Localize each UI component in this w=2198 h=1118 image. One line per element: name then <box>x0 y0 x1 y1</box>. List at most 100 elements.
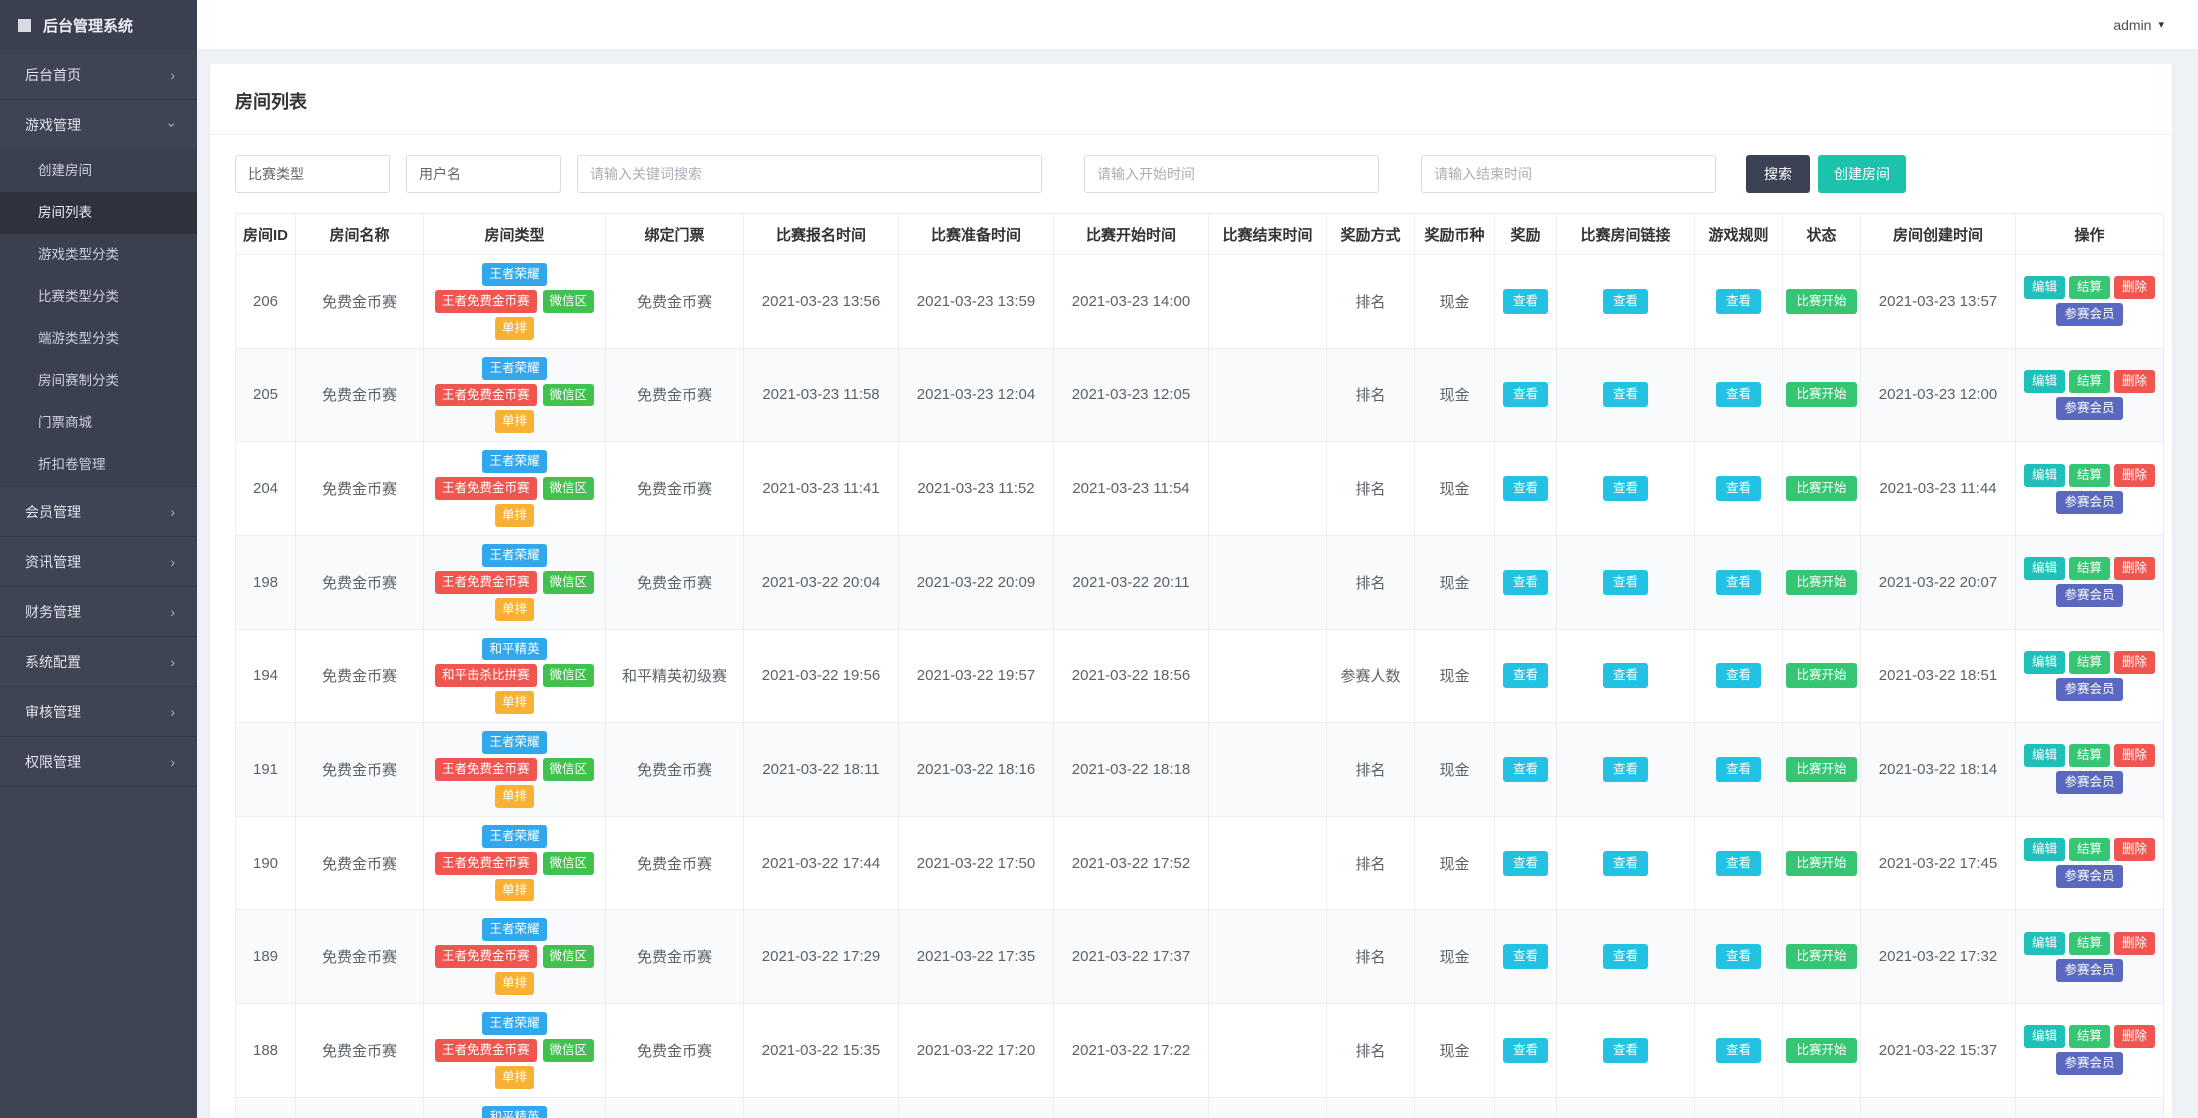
view-rules-button[interactable]: 查看 <box>1715 756 1761 782</box>
cell-room-name: 免费金币赛 <box>295 441 424 536</box>
members-button[interactable]: 参赛会员 <box>2056 1052 2123 1076</box>
sidebar-subitem-1-6[interactable]: 门票商城 <box>0 402 197 444</box>
view-reward-button[interactable]: 查看 <box>1502 1037 1548 1063</box>
view-reward-button[interactable]: 查看 <box>1502 288 1548 314</box>
cell-start-time: 2021-03-23 11:54 <box>1053 441 1209 536</box>
edit-button[interactable]: 编辑 <box>2023 838 2065 862</box>
sidebar-item-1[interactable]: 游戏管理 › <box>0 100 197 150</box>
delete-button[interactable]: 删除 <box>2114 276 2156 300</box>
sidebar-subitem-1-0[interactable]: 创建房间 <box>0 150 197 192</box>
view-link-button[interactable]: 查看 <box>1602 663 1648 689</box>
view-link-button[interactable]: 查看 <box>1602 756 1648 782</box>
sidebar-item-7[interactable]: 权限管理 › <box>0 737 197 787</box>
search-button[interactable]: 搜索 <box>1746 155 1810 193</box>
sidebar-item-5[interactable]: 系统配置 › <box>0 637 197 687</box>
view-rules-button[interactable]: 查看 <box>1715 944 1761 970</box>
view-link-button[interactable]: 查看 <box>1602 850 1648 876</box>
delete-button[interactable]: 删除 <box>2114 369 2156 393</box>
settle-button[interactable]: 结算 <box>2068 1025 2110 1049</box>
delete-button[interactable]: 删除 <box>2114 1025 2156 1049</box>
view-link-button[interactable]: 查看 <box>1602 288 1648 314</box>
view-rules-button[interactable]: 查看 <box>1715 569 1761 595</box>
keyword-search-input[interactable] <box>577 155 1042 193</box>
room-type-badge: 微信区 <box>542 758 595 781</box>
match-type-select[interactable]: 比赛类型 <box>235 155 390 193</box>
table-row: 194 免费金币赛 和平精英和平击杀比拼赛 微信区单排 和平精英初级赛 2021-03-2… <box>235 628 2164 724</box>
settle-button[interactable]: 结算 <box>2068 276 2110 300</box>
settle-button[interactable]: 结算 <box>2068 369 2110 393</box>
cell-room-name: 免费金币赛 <box>295 347 424 443</box>
end-time-input[interactable] <box>1421 155 1716 193</box>
members-button[interactable]: 参赛会员 <box>2056 865 2123 889</box>
sidebar-item-6[interactable]: 审核管理 › <box>0 687 197 737</box>
sidebar-subitem-1-5[interactable]: 房间赛制分类 <box>0 360 197 402</box>
sidebar-subitem-1-3[interactable]: 比赛类型分类 <box>0 276 197 318</box>
sidebar-item-2[interactable]: 会员管理 › <box>0 487 197 537</box>
view-link-button[interactable]: 查看 <box>1602 476 1648 502</box>
user-dropdown[interactable]: admin ▾ <box>2113 17 2164 33</box>
sidebar-subitem-1-4[interactable]: 端游类型分类 <box>0 318 197 360</box>
view-reward-button[interactable]: 查看 <box>1502 944 1548 970</box>
view-rules-button[interactable]: 查看 <box>1715 850 1761 876</box>
settle-button[interactable]: 结算 <box>2068 557 2110 581</box>
sidebar-subitem-1-1[interactable]: 房间列表 <box>0 192 197 234</box>
cell-view-rules-button: 查看 <box>1694 254 1783 349</box>
view-rules-button[interactable]: 查看 <box>1715 382 1761 408</box>
members-button[interactable]: 参赛会员 <box>2056 771 2123 795</box>
username-select[interactable]: 用户名 <box>406 155 561 193</box>
members-button[interactable]: 参赛会员 <box>2056 396 2123 420</box>
edit-button[interactable]: 编辑 <box>2023 276 2065 300</box>
delete-button[interactable]: 删除 <box>2114 557 2156 581</box>
edit-button[interactable]: 编辑 <box>2023 931 2065 955</box>
view-rules-button[interactable]: 查看 <box>1715 1037 1761 1063</box>
view-rules-button[interactable]: 查看 <box>1715 476 1761 502</box>
edit-button[interactable]: 编辑 <box>2023 557 2065 581</box>
cell-view-link-button: 查看 <box>1556 722 1695 817</box>
settle-button[interactable]: 结算 <box>2068 931 2110 955</box>
members-button[interactable]: 参赛会员 <box>2056 490 2123 514</box>
view-reward-button[interactable]: 查看 <box>1502 569 1548 595</box>
sidebar-item-4[interactable]: 财务管理 › <box>0 587 197 637</box>
create-room-button[interactable]: 创建房间 <box>1818 155 1906 193</box>
view-reward-button[interactable]: 查看 <box>1502 663 1548 689</box>
edit-button[interactable]: 编辑 <box>2023 744 2065 768</box>
members-button[interactable]: 参赛会员 <box>2056 677 2123 701</box>
cell-view-reward-button: 查看 <box>1494 815 1557 911</box>
cell-reward-mode: 参赛人数 <box>1326 628 1415 724</box>
edit-button[interactable]: 编辑 <box>2023 1025 2065 1049</box>
settle-button[interactable]: 结算 <box>2068 463 2110 487</box>
view-link-button[interactable]: 查看 <box>1602 382 1648 408</box>
cell-actions: 编辑结算删除参赛会员 <box>2015 815 2164 911</box>
view-reward-button[interactable]: 查看 <box>1502 476 1548 502</box>
view-rules-button[interactable]: 查看 <box>1715 663 1761 689</box>
view-link-button[interactable]: 查看 <box>1602 944 1648 970</box>
sidebar-subitem-1-7[interactable]: 折扣卷管理 <box>0 444 197 486</box>
view-rules-button[interactable]: 查看 <box>1715 288 1761 314</box>
members-button[interactable]: 参赛会员 <box>2056 958 2123 982</box>
view-reward-button[interactable]: 查看 <box>1502 850 1548 876</box>
start-time-input[interactable] <box>1084 155 1379 193</box>
delete-button[interactable]: 删除 <box>2114 838 2156 862</box>
sidebar-item-0[interactable]: 后台首页 › <box>0 50 197 100</box>
settle-button[interactable]: 结算 <box>2068 650 2110 674</box>
cell-prepare-time: 2021-03-23 13:59 <box>898 254 1054 349</box>
settle-button[interactable]: 结算 <box>2068 838 2110 862</box>
edit-button[interactable]: 编辑 <box>2023 369 2065 393</box>
delete-button[interactable]: 删除 <box>2114 650 2156 674</box>
delete-button[interactable]: 删除 <box>2114 744 2156 768</box>
edit-button[interactable]: 编辑 <box>2023 650 2065 674</box>
sidebar-subitem-1-2[interactable]: 游戏类型分类 <box>0 234 197 276</box>
settle-button[interactable]: 结算 <box>2068 744 2110 768</box>
delete-button[interactable]: 删除 <box>2114 463 2156 487</box>
edit-button[interactable]: 编辑 <box>2023 463 2065 487</box>
members-button[interactable]: 参赛会员 <box>2056 303 2123 327</box>
view-link-button[interactable]: 查看 <box>1602 569 1648 595</box>
view-reward-button[interactable]: 查看 <box>1502 382 1548 408</box>
sidebar-item-3[interactable]: 资讯管理 › <box>0 537 197 587</box>
room-type-badge: 单排 <box>494 691 534 715</box>
view-link-button[interactable]: 查看 <box>1602 1037 1648 1063</box>
delete-button[interactable]: 删除 <box>2114 931 2156 955</box>
view-reward-button[interactable]: 查看 <box>1502 756 1548 782</box>
members-button[interactable]: 参赛会员 <box>2056 584 2123 608</box>
cell-currency: 现金 <box>1414 254 1495 349</box>
